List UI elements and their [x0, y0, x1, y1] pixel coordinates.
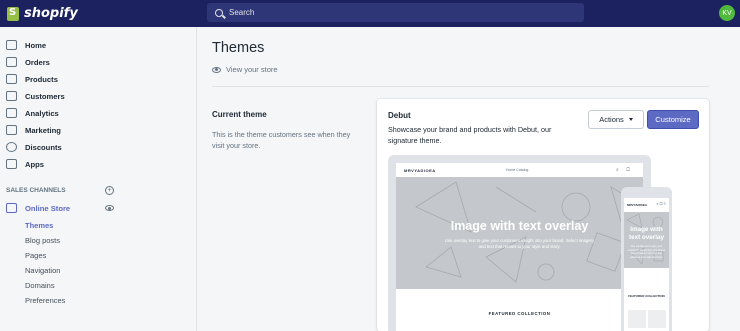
mobile-header-icons: ⌕▢≡	[656, 201, 667, 206]
shopify-bag-icon	[7, 6, 19, 21]
home-icon	[6, 40, 17, 50]
sidebar-item-label: Home	[25, 40, 47, 50]
shopify-logo[interactable]: shopify	[0, 0, 197, 27]
mobile-hero-image: Image with text overlay Use overlay text…	[624, 212, 669, 268]
theme-description: Showcase your brand and products with De…	[388, 125, 552, 145]
sidebar-item-label: Products	[25, 74, 58, 84]
sidebar-item-customers[interactable]: Customers	[6, 89, 65, 103]
sidebar-item-label: Marketing	[25, 125, 61, 135]
sidebar-item-online-store[interactable]: Online Store	[25, 204, 70, 213]
megaphone-icon	[6, 125, 17, 135]
hero-pattern	[415, 181, 637, 283]
theme-name: Debut	[388, 111, 411, 120]
top-bar: shopify Search KV	[0, 0, 740, 27]
sidebar-subitem-pages[interactable]: Pages	[25, 251, 46, 260]
preview-hero-image: Image with text overlay Use overlay text…	[396, 177, 643, 289]
apps-grid-icon	[6, 159, 17, 169]
bar-chart-icon	[6, 108, 17, 118]
search-icon	[215, 8, 223, 17]
mobile-store-logo: MRVYADIOEA	[627, 203, 648, 207]
search-input[interactable]: Search	[207, 3, 584, 22]
view-store-eye-icon[interactable]	[105, 205, 114, 211]
sidebar-item-label: Customers	[25, 91, 65, 101]
sidebar-item-home[interactable]: Home	[6, 38, 46, 52]
actions-label: Actions	[599, 115, 624, 124]
page-title: Themes	[212, 40, 265, 56]
sidebar-subitem-preferences[interactable]: Preferences	[25, 296, 65, 305]
mobile-preview[interactable]: MRVYADIOEA ⌕▢≡ Image with text overlay U…	[621, 187, 672, 331]
sidebar-subitem-navigation[interactable]: Navigation	[25, 266, 60, 275]
avatar[interactable]: KV	[719, 5, 735, 21]
preview-store-logo: MRVYADIOEA	[404, 167, 436, 173]
mobile-hero-title: Image with text overlay	[628, 226, 664, 241]
preview-featured-heading: FEATURED COLLECTION	[488, 311, 551, 316]
desktop-preview[interactable]: MRVYADIOEA Home Catalog ⌕ ▢ Image with t…	[388, 155, 651, 331]
sidebar-item-label: Apps	[25, 159, 44, 169]
preview-hero-title: Image with text overlay	[450, 219, 589, 233]
sidebar-item-orders[interactable]: Orders	[6, 55, 50, 69]
mobile-product-tile	[648, 310, 666, 328]
view-store-link[interactable]: View your store	[212, 65, 278, 74]
sidebar-item-label: Discounts	[25, 142, 62, 152]
caret-down-icon	[628, 118, 633, 121]
sidebar-item-analytics[interactable]: Analytics	[6, 106, 59, 120]
search-placeholder: Search	[229, 8, 255, 17]
preview-header: MRVYADIOEA Home Catalog ⌕ ▢	[396, 163, 643, 177]
sidebar-item-label: Orders	[25, 57, 50, 67]
sidebar-item-discounts[interactable]: Discounts	[6, 140, 62, 154]
sidebar-item-marketing[interactable]: Marketing	[6, 123, 61, 137]
orders-icon	[6, 57, 17, 67]
sidebar-item-label: Analytics	[25, 108, 59, 118]
mobile-product-tile	[628, 310, 646, 328]
add-sales-channel-plus-icon[interactable]: +	[105, 186, 114, 195]
sales-channels-title: SALES CHANNELS	[6, 187, 66, 194]
sidebar-subitem-blog-posts[interactable]: Blog posts	[25, 236, 60, 245]
preview-hero-subtitle: Use overlay text to give your customers …	[444, 238, 595, 249]
brand-name: shopify	[24, 6, 78, 21]
view-store-label: View your store	[226, 65, 278, 74]
mobile-preview-screen: MRVYADIOEA ⌕▢≡ Image with text overlay U…	[624, 198, 669, 331]
sidebar-item-apps[interactable]: Apps	[6, 157, 44, 171]
sidebar: Home Orders Products Customers Analytics…	[0, 27, 197, 331]
discount-icon	[6, 142, 17, 152]
divider	[212, 86, 709, 87]
customize-button[interactable]: Customize	[647, 110, 699, 129]
desktop-preview-screen: MRVYADIOEA Home Catalog ⌕ ▢ Image with t…	[396, 163, 643, 331]
tag-icon	[6, 74, 17, 84]
person-icon	[6, 91, 17, 101]
theme-card: Debut Showcase your brand and products w…	[377, 99, 709, 331]
actions-button[interactable]: Actions	[588, 110, 644, 129]
mobile-hero-subtitle: Use overlay text to give your customers …	[627, 245, 666, 259]
current-theme-description: This is the theme customers see when the…	[212, 130, 351, 150]
preview-header-icons: ⌕ ▢	[616, 167, 633, 173]
preview-nav-links: Home Catalog	[506, 168, 529, 172]
sidebar-subitem-domains[interactable]: Domains	[25, 281, 55, 290]
mobile-featured-heading: FEATURED COLLECTION	[628, 294, 665, 298]
current-theme-heading: Current theme	[212, 110, 267, 119]
eye-icon	[212, 66, 221, 73]
sidebar-item-products[interactable]: Products	[6, 72, 58, 86]
store-icon	[6, 203, 17, 213]
sidebar-subitem-themes[interactable]: Themes	[25, 221, 53, 230]
